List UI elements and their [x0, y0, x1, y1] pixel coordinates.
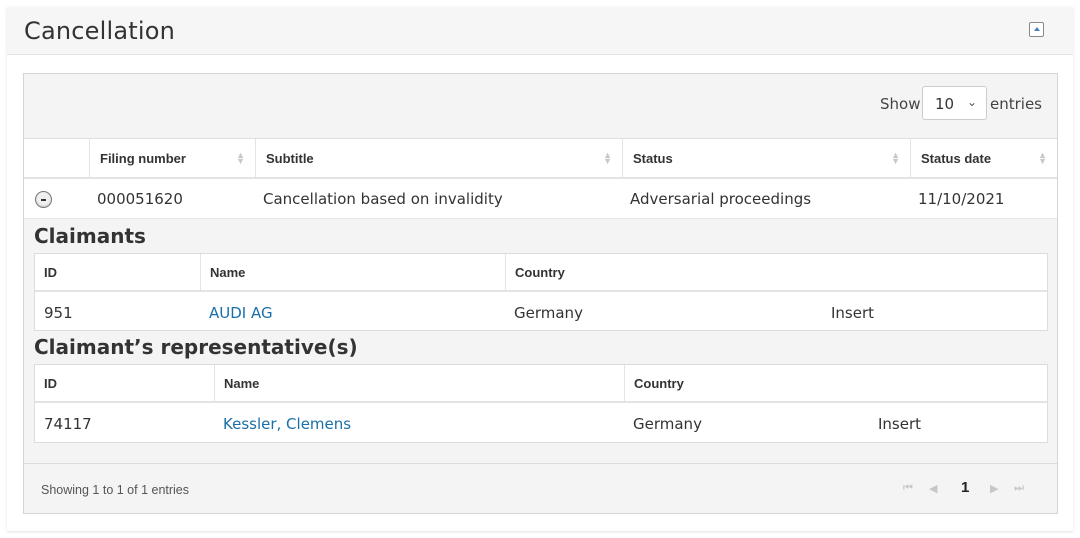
claimants-table-header: ID Name Country	[35, 254, 1047, 292]
representative-id-cell: 74117	[44, 415, 92, 433]
entries-per-page-value: 10	[935, 95, 955, 113]
column-header-subtitle[interactable]: Subtitle ▲ ▼	[255, 139, 622, 178]
sort-icon: ▲ ▼	[603, 150, 612, 166]
cancellation-panel: Cancellation Show 10 ⌄ entries Filing nu…	[7, 7, 1073, 531]
representatives-table-header: ID Name Country	[35, 365, 1047, 403]
claimants-table: ID Name Country 951 AUDI AG Germany Inse…	[34, 253, 1048, 331]
collapse-up-icon[interactable]	[1029, 22, 1044, 37]
column-header-status-date[interactable]: Status date ▲ ▼	[910, 139, 1057, 178]
sort-icon: ▲ ▼	[891, 150, 900, 166]
pagination: ⏮ ◀ 1 ▶ ⏭	[903, 479, 1033, 499]
next-page-icon[interactable]: ▶	[990, 482, 998, 495]
column-header-status[interactable]: Status ▲ ▼	[622, 139, 910, 178]
collapse-row-icon[interactable]	[35, 191, 52, 208]
filing-number-cell: 000051620	[97, 190, 183, 208]
column-header-id: ID	[44, 265, 57, 280]
column-header-id: ID	[44, 376, 57, 391]
page-button-1[interactable]: 1	[961, 479, 969, 496]
representative-country-cell: Germany	[633, 415, 702, 433]
table-footer: Showing 1 to 1 of 1 entries ⏮ ◀ 1 ▶ ⏭	[24, 463, 1057, 513]
column-header-filing-number[interactable]: Filing number ▲ ▼	[89, 139, 255, 178]
table-info: Showing 1 to 1 of 1 entries	[41, 483, 190, 497]
claimant-country-cell: Germany	[514, 304, 583, 322]
column-header-label: Filing number	[100, 151, 186, 166]
previous-page-icon[interactable]: ◀	[929, 482, 937, 495]
entries-label: entries	[990, 95, 1042, 113]
claimant-action-cell: Insert	[831, 304, 875, 322]
claimants-title: Claimants	[34, 224, 146, 248]
representatives-table: ID Name Country 74117 Kessler, Clemens G…	[34, 364, 1048, 443]
show-label: Show	[880, 95, 921, 113]
representative-name-link[interactable]: Kessler, Clemens	[223, 415, 351, 433]
datatable-wrapper: Show 10 ⌄ entries Filing number ▲ ▼ Subti…	[23, 73, 1058, 514]
claimant-name-link[interactable]: AUDI AG	[209, 304, 273, 322]
status-cell: Adversarial proceedings	[630, 190, 812, 208]
table-row[interactable]: 000051620 Cancellation based on invalidi…	[24, 179, 1057, 219]
column-header-name: Name	[214, 365, 624, 401]
status-date-cell: 11/10/2021	[918, 190, 1005, 208]
panel-header: Cancellation	[7, 7, 1073, 55]
last-page-icon[interactable]: ⏭	[1014, 482, 1024, 495]
row-details: Claimants ID Name Country 951 AUDI AG Ge…	[24, 219, 1057, 463]
chevron-down-icon: ⌄	[966, 95, 977, 109]
sort-icon: ▲ ▼	[1038, 150, 1047, 166]
first-page-icon[interactable]: ⏮	[903, 482, 913, 495]
column-header-label: Status date	[921, 151, 992, 166]
representatives-title: Claimant’s representative(s)	[34, 335, 358, 359]
subtitle-cell: Cancellation based on invalidity	[263, 190, 503, 208]
column-header-label: Subtitle	[266, 151, 314, 166]
sort-icon: ▲ ▼	[236, 150, 245, 166]
column-header-name: Name	[200, 254, 505, 290]
column-header-country: Country	[624, 365, 1047, 401]
column-header-expand	[24, 139, 89, 178]
column-header-country: Country	[505, 254, 1047, 290]
table-toolbar: Show 10 ⌄ entries	[24, 74, 1057, 138]
claimant-id-cell: 951	[44, 304, 73, 322]
column-header-label: Status	[633, 151, 673, 166]
panel-title: Cancellation	[24, 17, 176, 45]
table-header: Filing number ▲ ▼ Subtitle ▲ ▼ Status ▲ ▼ S…	[24, 138, 1057, 179]
representative-action-cell: Insert	[878, 415, 922, 433]
entries-per-page-select[interactable]: 10 ⌄	[922, 86, 987, 120]
